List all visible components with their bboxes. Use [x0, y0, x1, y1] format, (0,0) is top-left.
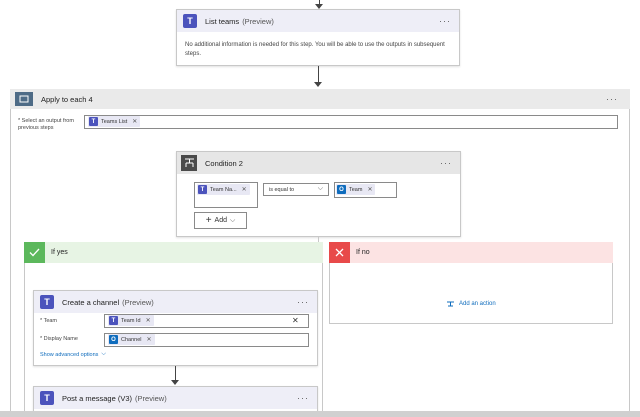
team-name-token[interactable]: T Team Na... ✕: [197, 184, 250, 195]
more-options-icon[interactable]: ···: [297, 393, 309, 403]
card-title: Post a message (V3): [62, 393, 133, 403]
operator-dropdown[interactable]: is equal to ⌵: [263, 183, 329, 196]
preview-label: (Preview): [135, 393, 167, 403]
select-output-label: * Select an output from previous steps: [18, 118, 74, 131]
create-channel-header[interactable]: T Create a channel (Preview) ···: [34, 291, 317, 313]
operator-value: is equal to: [269, 186, 295, 193]
add-action-link[interactable]: Add an action: [446, 300, 496, 308]
chevron-down-icon: ⌵: [101, 351, 106, 357]
post-message-header[interactable]: T Post a message (V3) (Preview) ···: [34, 387, 317, 409]
teams-icon: T: [89, 117, 98, 126]
arrow-down-icon: [171, 380, 179, 385]
add-label: Add: [214, 217, 227, 224]
more-options-icon[interactable]: ···: [297, 297, 309, 307]
remove-token-icon[interactable]: ✕: [147, 336, 152, 343]
add-action-label: Add an action: [459, 301, 496, 307]
token-label: Teams List: [101, 118, 128, 125]
select-output-input[interactable]: [84, 115, 618, 129]
teams-icon: T: [109, 316, 118, 325]
remove-token-icon[interactable]: ✕: [242, 186, 247, 193]
show-advanced-label: Show advanced options: [40, 351, 99, 358]
teams-icon: T: [183, 14, 197, 28]
condition-icon: [181, 155, 197, 171]
chevron-down-icon: ⌵: [230, 216, 236, 224]
arrow-down-icon: [314, 82, 322, 87]
list-teams-header[interactable]: T List teams (Preview) ···: [177, 10, 459, 32]
if-yes-label: If yes: [51, 249, 68, 256]
more-options-icon[interactable]: ···: [439, 16, 451, 26]
team-field-label: * Team: [40, 318, 58, 324]
outlook-icon: O: [337, 185, 346, 194]
if-no-header[interactable]: If no: [329, 242, 613, 263]
plus-icon: +: [205, 215, 212, 226]
token-label: Channel: [121, 336, 142, 343]
remove-token-icon[interactable]: ✕: [146, 317, 151, 324]
card-title: Create a channel: [62, 297, 120, 307]
team-id-token[interactable]: T Team Id ✕: [108, 315, 154, 326]
horizontal-scrollbar[interactable]: [0, 411, 640, 417]
apply-to-each-header[interactable]: Apply to each 4 ···: [10, 89, 630, 109]
preview-label: (Preview): [242, 16, 274, 26]
token-label: Team Id: [121, 317, 141, 324]
more-options-icon[interactable]: ···: [606, 94, 618, 104]
add-button[interactable]: + Add ⌵: [194, 212, 247, 229]
condition-title: Condition 2: [205, 158, 243, 168]
outlook-icon: O: [109, 335, 118, 344]
teams-icon: T: [40, 391, 54, 405]
teams-icon: T: [40, 295, 54, 309]
preview-label: (Preview): [122, 297, 154, 307]
clear-icon[interactable]: ✕: [292, 316, 299, 325]
teams-icon: T: [198, 185, 207, 194]
close-icon: [329, 242, 350, 263]
remove-token-icon[interactable]: ✕: [367, 186, 372, 193]
token-label: Team: [349, 186, 363, 193]
chevron-down-icon: ⌵: [317, 185, 323, 192]
remove-token-icon[interactable]: ✕: [132, 118, 137, 125]
loop-icon: [15, 92, 33, 106]
card-title: List teams: [205, 16, 240, 26]
check-icon: [24, 242, 45, 263]
if-yes-header[interactable]: If yes: [24, 242, 323, 263]
card-body-text: No additional information is needed for …: [185, 42, 445, 57]
apply-to-each-title: Apply to each 4: [41, 94, 93, 104]
if-no-label: If no: [356, 249, 370, 256]
display-name-label: * Display Name: [40, 336, 78, 342]
condition-header[interactable]: Condition 2 ···: [177, 152, 460, 174]
teams-list-token[interactable]: T Teams List ✕: [88, 116, 141, 127]
team-token[interactable]: O Team ✕: [336, 184, 376, 195]
token-label: Team Na...: [210, 186, 237, 193]
channel-token[interactable]: O Channel ✕: [108, 334, 155, 345]
list-teams-card[interactable]: T List teams (Preview) ··· No additional…: [176, 9, 460, 66]
more-options-icon[interactable]: ···: [440, 158, 452, 168]
add-action-icon: [447, 301, 454, 307]
show-advanced-link[interactable]: Show advanced options ⌵: [40, 351, 106, 358]
